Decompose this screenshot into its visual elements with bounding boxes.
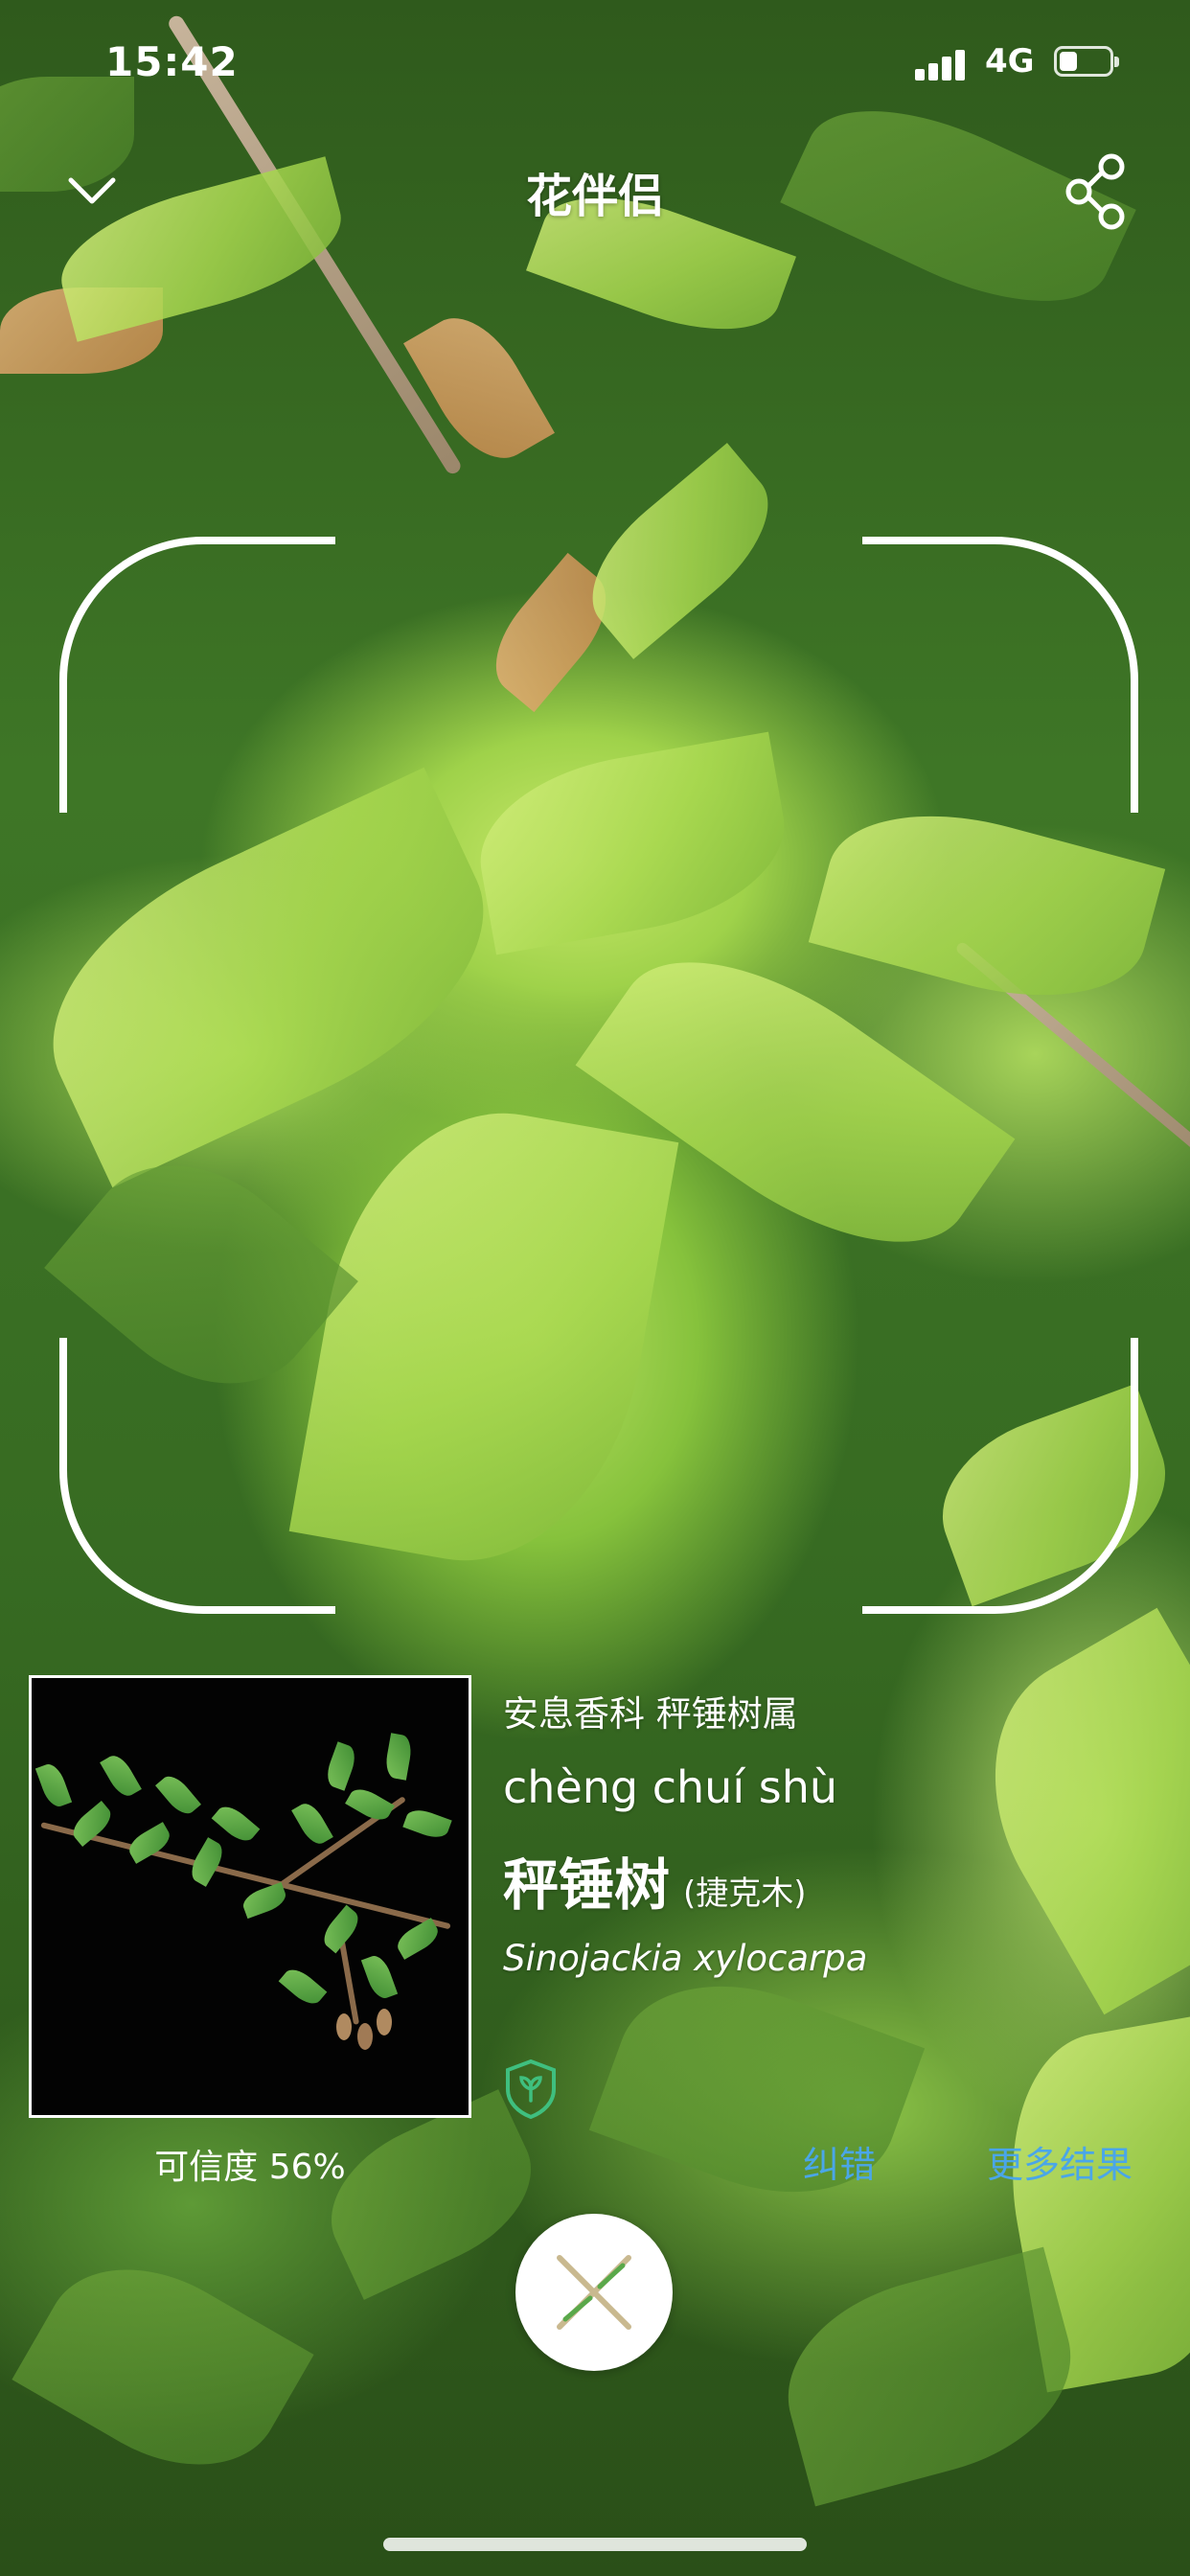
network-type: 4G <box>985 42 1035 80</box>
signal-icon <box>915 48 969 80</box>
latin-name: Sinojackia xylocarpa <box>503 1938 868 1979</box>
close-button[interactable] <box>515 2214 673 2371</box>
alias-name: (捷克木) <box>683 1874 807 1913</box>
pinyin-label: chèng chuí shù <box>503 1761 837 1813</box>
more-results-link[interactable]: 更多结果 <box>987 2135 1133 2188</box>
common-name: 秤锤树 <box>503 1852 671 1918</box>
close-icon <box>557 2255 631 2330</box>
camera-identify-screen: 15:42 4G 花伴侣 可信度 56% 安息香科 秤锤树属 chèng chu… <box>0 0 1190 2576</box>
scan-corner-bottom-left <box>59 1338 335 1614</box>
name-row: 秤锤树 (捷克木) <box>503 1840 807 1920</box>
status-time: 15:42 <box>105 38 239 85</box>
correct-error-link[interactable]: 纠错 <box>803 2135 876 2188</box>
status-bar: 15:42 4G <box>0 0 1190 125</box>
result-thumbnail[interactable] <box>29 1675 471 2118</box>
home-indicator[interactable] <box>383 2538 807 2551</box>
battery-icon <box>1054 46 1119 77</box>
leaf-shield-icon[interactable] <box>503 2058 559 2120</box>
scan-corner-top-left <box>59 537 335 813</box>
confidence-label: 可信度 56% <box>154 2148 346 2187</box>
scan-corner-top-right <box>862 537 1138 813</box>
share-icon[interactable] <box>1064 153 1131 230</box>
app-title: 花伴侣 <box>525 170 664 223</box>
scan-corner-bottom-right <box>862 1338 1138 1614</box>
taxonomy-label: 安息香科 秤锤树属 <box>503 1693 798 1735</box>
